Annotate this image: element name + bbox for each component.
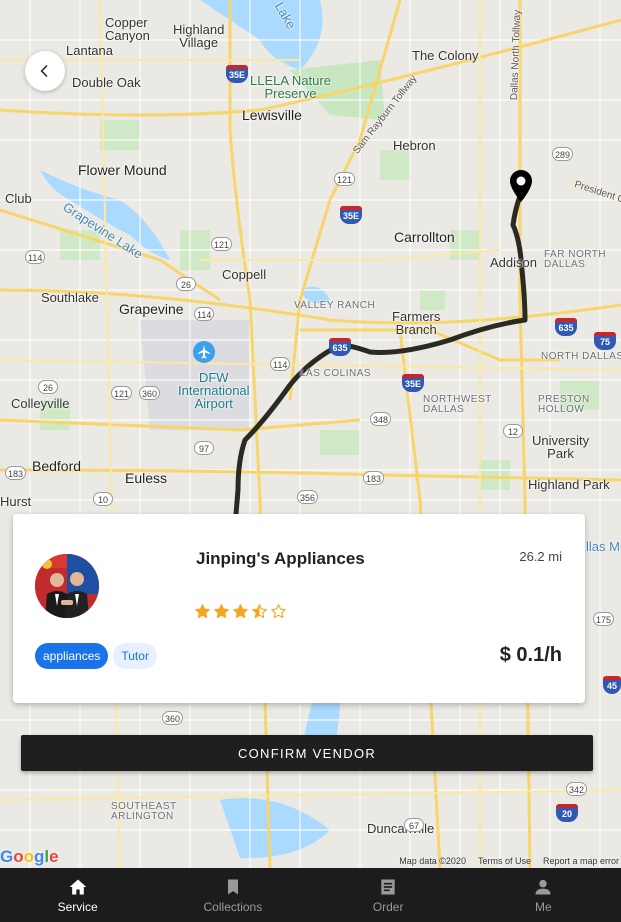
road-shield: 121 <box>334 172 356 186</box>
document-icon <box>381 879 395 894</box>
interstate-shield: 35E <box>226 65 248 83</box>
star-filled-icon <box>233 604 248 619</box>
vendor-distance: 26.2 mi <box>519 549 562 564</box>
map-label: Carrollton <box>394 229 455 245</box>
map-label: Coppell <box>222 267 267 282</box>
road-shield: 356 <box>297 490 319 504</box>
map-label: llas Mu <box>586 539 621 554</box>
map-label: Addison <box>490 255 537 270</box>
road-shield: 114 <box>25 250 46 264</box>
home-icon <box>69 879 86 894</box>
interstate-shield: 635 <box>329 338 351 356</box>
person-icon <box>535 879 551 894</box>
nav-item-order[interactable]: Order <box>311 868 466 922</box>
nav-label: Service <box>57 899 98 914</box>
map-label: Bedford <box>32 458 82 474</box>
map-label: Lewisville <box>242 107 302 123</box>
nav-label: Collections <box>203 899 263 914</box>
road-shield: 97 <box>194 441 214 455</box>
vendor-name: Jinping's Appliances <box>196 549 365 568</box>
map-label: Lantana <box>66 43 113 58</box>
map-label: Colleyville <box>11 396 70 411</box>
report-link[interactable]: Report a map error <box>543 856 619 866</box>
map-label: Club <box>5 191 32 206</box>
interstate-shield: 20 <box>556 804 578 822</box>
star-filled-icon <box>214 604 229 619</box>
back-button[interactable] <box>25 51 65 91</box>
map-data-text: Map data ©2020 <box>399 856 466 866</box>
map-label: University Park <box>532 433 590 461</box>
interstate-shield: 35E <box>340 206 362 224</box>
map-label: Highland Village <box>173 22 225 50</box>
road-shield: 67 <box>404 818 424 832</box>
map-label: SOUTHEAST ARLINGTON <box>111 801 177 822</box>
map-label: Copper Canyon <box>105 15 150 43</box>
terms-link[interactable]: Terms of Use <box>478 856 531 866</box>
interstate-shield: 45 <box>603 676 621 694</box>
road-shield: 121 <box>111 386 133 400</box>
road-shield: 183 <box>363 471 385 485</box>
road-shield: 175 <box>593 612 615 626</box>
star-empty-icon <box>271 604 286 619</box>
map-label: VALLEY RANCH <box>294 300 376 311</box>
road-shield: 289 <box>552 147 574 161</box>
interstate-shield: 35E <box>402 374 424 392</box>
map-label: Duncanville <box>367 821 435 836</box>
vendor-card[interactable]: Jinping's Appliances 26.2 mi appliances T… <box>13 514 585 703</box>
interstate-shield: 635 <box>555 318 577 336</box>
road-shield: 12 <box>503 424 523 438</box>
road-shield: 114 <box>270 357 291 371</box>
vendor-price: $ 0.1/h <box>499 644 562 666</box>
nav-item-service[interactable]: Service <box>0 868 155 922</box>
road-shield: 348 <box>370 412 392 426</box>
road-shield: 26 <box>176 277 196 291</box>
airport-icon <box>193 341 215 363</box>
road-shield: 114 <box>194 307 215 321</box>
road-shield: 121 <box>211 237 233 251</box>
road-shield: 26 <box>38 380 58 394</box>
map-label: LLELA Nature Preserve <box>250 73 331 101</box>
road-shield: 360 <box>162 711 184 725</box>
map-label: Highland Park <box>528 477 610 492</box>
nav-item-me[interactable]: Me <box>466 868 621 922</box>
nav-label: Me <box>535 899 552 914</box>
star-half-icon <box>252 604 267 619</box>
map-label: The Colony <box>412 48 479 63</box>
location-pin-icon <box>510 170 532 202</box>
road-shield: 10 <box>93 492 113 506</box>
tag-chip[interactable]: Tutor <box>113 643 157 669</box>
map-label: Farmers Branch <box>392 309 441 337</box>
map-label: PRESTON HOLLOW <box>538 394 590 415</box>
map-label: FAR NORTH DALLAS <box>544 249 607 270</box>
nav-label: Order <box>372 899 404 914</box>
road-shield: 342 <box>566 782 588 796</box>
interstate-shield: 75 <box>594 332 616 350</box>
map-label: Double Oak <box>72 75 141 90</box>
road-shield: 360 <box>139 386 161 400</box>
tag-list: appliances Tutor <box>35 643 157 669</box>
tag-chip[interactable]: appliances <box>35 643 109 669</box>
map-label: NORTH DALLAS <box>541 351 621 362</box>
road-shield: 183 <box>5 466 27 480</box>
nav-item-collections[interactable]: Collections <box>155 868 310 922</box>
star-filled-icon <box>195 604 210 619</box>
map-label: Flower Mound <box>78 162 167 178</box>
map-label: DFW International Airport <box>178 370 250 411</box>
chevron-left-icon <box>40 65 48 77</box>
confirm-vendor-button[interactable]: CONFIRM VENDOR <box>21 735 593 771</box>
google-logo: Google <box>0 847 59 866</box>
rating-stars <box>194 603 287 620</box>
map-label: NORTHWEST DALLAS <box>423 394 492 415</box>
bookmark-icon <box>227 879 238 894</box>
map-label: LAS COLINAS <box>300 368 372 379</box>
map-label: Grapevine <box>119 301 184 317</box>
map-label: Southlake <box>41 290 99 305</box>
bottom-navigation: Service Collections Order Me <box>0 868 621 922</box>
map-label: Euless <box>125 470 168 486</box>
map-footer: Map data ©2020 Terms of Use Report a map… <box>399 856 621 866</box>
map-label: Hurst <box>0 494 32 509</box>
vendor-avatar <box>35 554 99 618</box>
map-label: Hebron <box>393 138 436 153</box>
